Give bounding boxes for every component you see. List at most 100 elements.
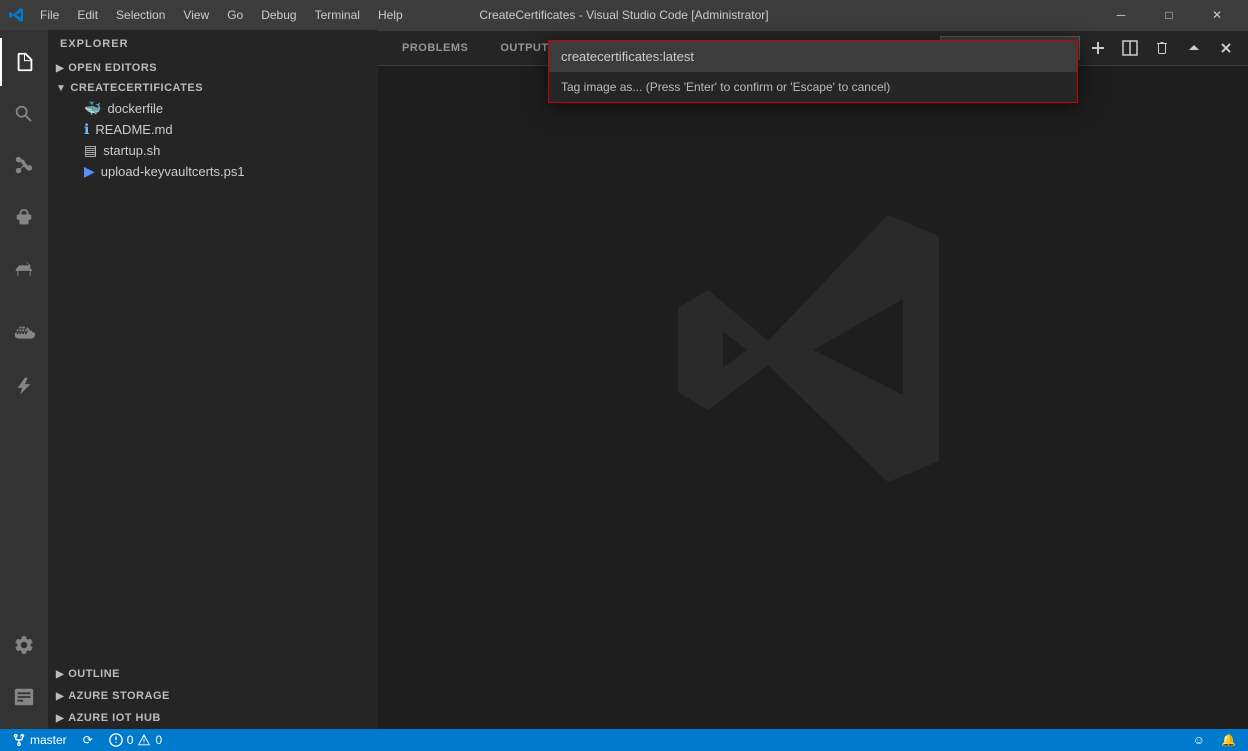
trash-icon <box>1154 40 1170 56</box>
branch-icon <box>12 733 26 747</box>
command-input[interactable] <box>557 47 1069 66</box>
activity-azure[interactable] <box>0 362 48 410</box>
minimize-button[interactable]: ─ <box>1098 0 1144 30</box>
outline-label: OUTLINE <box>68 668 120 680</box>
bottom-sections: ▶ OUTLINE ▶ AZURE STORAGE ▶ AZURE IOT HU… <box>48 663 378 729</box>
docker-icon <box>13 323 35 345</box>
open-editors-header[interactable]: ▶ OPEN EDITORS <box>48 58 378 78</box>
debug-icon <box>13 207 35 229</box>
ps1-icon: ▶ <box>84 163 95 180</box>
azure-storage-section[interactable]: ▶ AZURE STORAGE <box>48 685 378 707</box>
split-icon <box>1122 40 1138 56</box>
activity-terminal[interactable] <box>0 673 48 721</box>
kill-terminal-button[interactable] <box>1148 34 1176 62</box>
activity-bottom <box>0 621 48 729</box>
new-terminal-button[interactable] <box>1084 34 1112 62</box>
file-readme[interactable]: ℹ README.md <box>48 119 378 140</box>
statusbar-right: ☺ 🔔 <box>1189 729 1240 751</box>
azure-storage-label: AZURE STORAGE <box>68 690 170 702</box>
menu-view[interactable]: View <box>175 6 217 24</box>
activity-source-control[interactable] <box>0 142 48 190</box>
maximize-button[interactable]: □ <box>1146 0 1192 30</box>
activity-debug[interactable] <box>0 194 48 242</box>
folder-chevron-icon: ▼ <box>56 83 66 94</box>
sidebar: EXPLORER ▶ OPEN EDITORS ▼ CREATECERTIFIC… <box>48 30 378 729</box>
vscode-watermark-icon <box>663 200 963 500</box>
menu-selection[interactable]: Selection <box>108 6 173 24</box>
outline-chevron-icon: ▶ <box>56 669 64 680</box>
activity-bar <box>0 30 48 729</box>
activity-search[interactable] <box>0 90 48 138</box>
errors-item[interactable]: 0 0 <box>105 729 166 751</box>
ps1-label: upload-keyvaultcerts.ps1 <box>101 164 245 179</box>
maximize-panel-button[interactable] <box>1180 34 1208 62</box>
chevron-up-icon <box>1186 40 1202 56</box>
azure-iot-hub-chevron-icon: ▶ <box>56 713 64 724</box>
azure-storage-chevron-icon: ▶ <box>56 691 64 702</box>
editor-area: Tag image as... (Press 'Enter' to confir… <box>378 30 1248 729</box>
file-ps1[interactable]: ▶ upload-keyvaultcerts.ps1 <box>48 161 378 182</box>
tab-problems[interactable]: PROBLEMS <box>386 31 484 66</box>
menu-help[interactable]: Help <box>370 6 411 24</box>
menu-edit[interactable]: Edit <box>69 6 106 24</box>
menu-file[interactable]: File <box>32 6 67 24</box>
readme-icon: ℹ <box>84 121 89 138</box>
extensions-icon <box>13 259 35 281</box>
azure-iot-hub-label: AZURE IOT HUB <box>68 712 161 724</box>
activity-extensions[interactable] <box>0 246 48 294</box>
files-icon <box>14 51 36 73</box>
warning-icon <box>137 733 151 747</box>
folder-header[interactable]: ▼ CREATECERTIFICATES <box>48 78 378 98</box>
sync-item[interactable]: ⟳ <box>79 729 97 751</box>
window-title: CreateCertificates - Visual Studio Code … <box>479 8 768 22</box>
folder-section: ▼ CREATECERTIFICATES 🐳 dockerfile ℹ READ… <box>48 78 378 182</box>
menu-terminal[interactable]: Terminal <box>307 6 368 24</box>
git-branch-item[interactable]: master <box>8 729 71 751</box>
activity-settings[interactable] <box>0 621 48 669</box>
file-dockerfile[interactable]: 🐳 dockerfile <box>48 98 378 119</box>
folder-label: CREATECERTIFICATES <box>70 82 203 94</box>
startup-label: startup.sh <box>103 143 160 158</box>
close-button[interactable]: ✕ <box>1194 0 1240 30</box>
close-panel-button[interactable] <box>1212 34 1240 62</box>
titlebar: File Edit Selection View Go Debug Termin… <box>0 0 1248 30</box>
readme-label: README.md <box>95 122 172 137</box>
titlebar-menu: File Edit Selection View Go Debug Termin… <box>32 6 411 24</box>
error-icon <box>109 733 123 747</box>
source-control-icon <box>13 155 35 177</box>
smiley-icon: ☺ <box>1193 733 1205 747</box>
outline-section[interactable]: ▶ OUTLINE <box>48 663 378 685</box>
file-startup[interactable]: ▤ startup.sh <box>48 140 378 161</box>
sync-icon: ⟳ <box>83 733 93 747</box>
command-palette: Tag image as... (Press 'Enter' to confir… <box>548 40 1078 103</box>
statusbar-left: master ⟳ 0 0 <box>8 729 166 751</box>
command-hint: Tag image as... (Press 'Enter' to confir… <box>549 72 1077 102</box>
plus-icon <box>1090 40 1106 56</box>
dockerfile-label: dockerfile <box>107 101 163 116</box>
file-tree: 🐳 dockerfile ℹ README.md ▤ startup.sh ▶ … <box>48 98 378 182</box>
gear-icon <box>13 634 35 656</box>
sidebar-header: EXPLORER <box>48 30 378 58</box>
activity-explorer[interactable] <box>0 38 48 86</box>
main-container: EXPLORER ▶ OPEN EDITORS ▼ CREATECERTIFIC… <box>0 30 1248 729</box>
window-controls: ─ □ ✕ <box>1098 0 1240 30</box>
statusbar: master ⟳ 0 0 ☺ 🔔 <box>0 729 1248 751</box>
search-icon <box>13 103 35 125</box>
split-terminal-button[interactable] <box>1116 34 1144 62</box>
vscode-logo-icon <box>8 7 24 23</box>
activity-docker[interactable] <box>0 310 48 358</box>
smiley-item[interactable]: ☺ <box>1189 729 1209 751</box>
errors-count: 0 <box>127 733 134 747</box>
azure-icon <box>13 375 35 397</box>
open-editors-section: ▶ OPEN EDITORS <box>48 58 378 78</box>
warnings-count: 0 <box>155 733 162 747</box>
open-editors-label: OPEN EDITORS <box>68 62 157 74</box>
startup-icon: ▤ <box>84 142 97 159</box>
menu-go[interactable]: Go <box>219 6 251 24</box>
azure-iot-hub-section[interactable]: ▶ AZURE IOT HUB <box>48 707 378 729</box>
chevron-icon: ▶ <box>56 63 64 74</box>
close-icon <box>1218 40 1234 56</box>
command-input-wrap <box>549 41 1077 72</box>
menu-debug[interactable]: Debug <box>253 6 304 24</box>
bell-item[interactable]: 🔔 <box>1217 729 1240 751</box>
